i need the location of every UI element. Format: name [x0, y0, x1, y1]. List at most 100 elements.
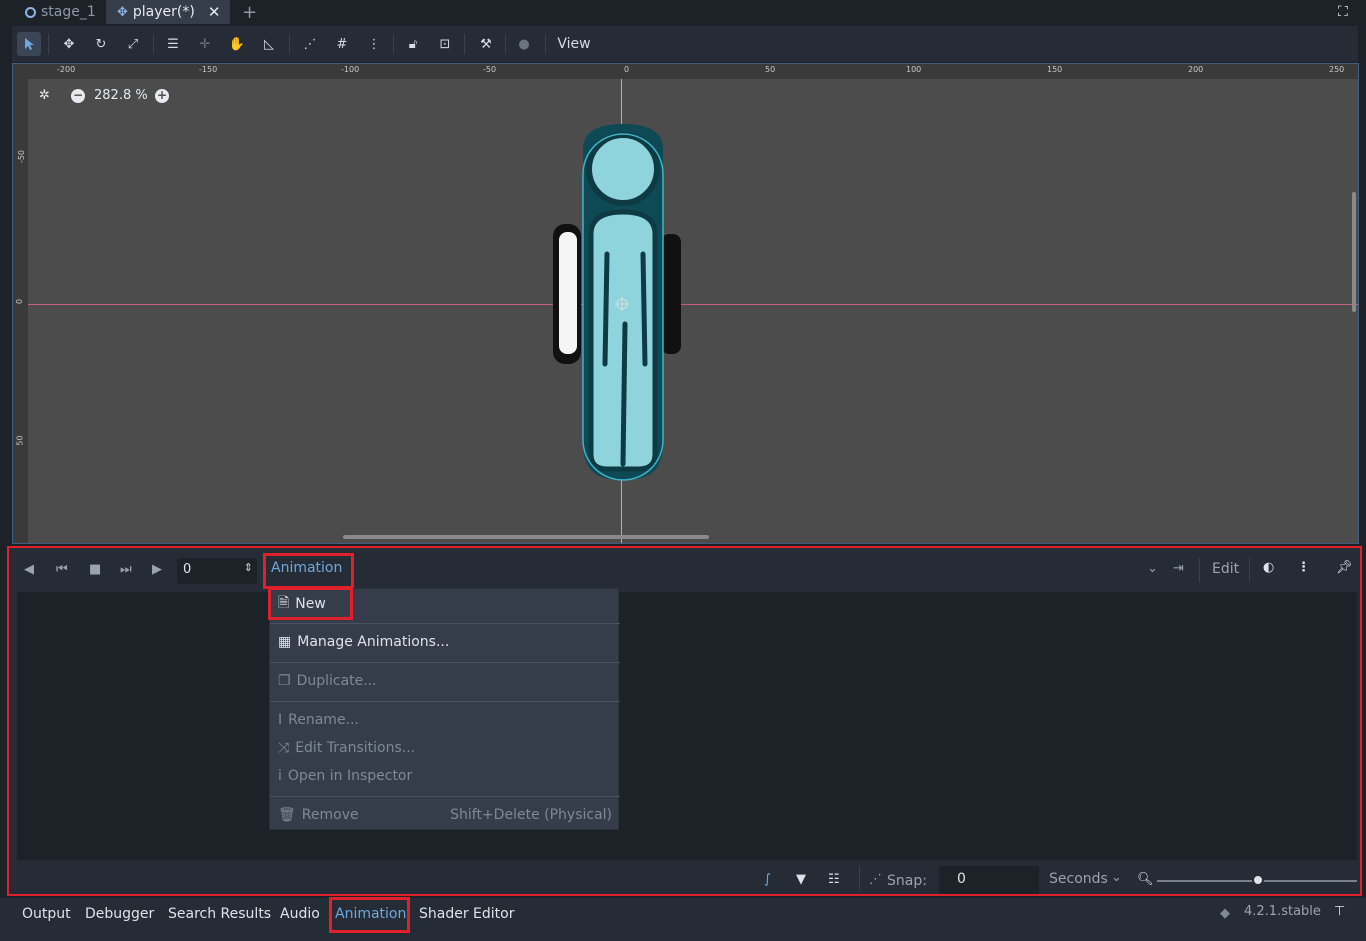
ruler-label: 100 [906, 65, 922, 74]
player-sprite[interactable] [543, 124, 703, 484]
canvas-toolbar: ✥ ↻ ⤢ ☰ ✛ ✋ ◺ ⋰ # ⋮ 🔓︎ ⊡ ⚒ ● View [12, 26, 1358, 62]
snap-unit-select[interactable]: Seconds ⌄ [1041, 866, 1129, 894]
horizontal-scrollbar[interactable] [343, 535, 709, 539]
edit-menu-button[interactable]: Edit [1212, 561, 1239, 577]
menu-item-label: Open in Inspector [287, 768, 413, 784]
zoom-slider-handle[interactable] [1252, 874, 1264, 886]
tab-debugger[interactable]: Debugger [85, 906, 154, 922]
ruler-label: 150 [1047, 65, 1063, 74]
menu-item-label: Remove [301, 807, 359, 823]
move-mode-icon[interactable]: ✥ [57, 32, 81, 56]
expand-panel-icon[interactable]: ⊤ [1334, 904, 1345, 919]
inspector-icon: ⅰ [278, 768, 282, 784]
tab-output[interactable]: Output [22, 906, 71, 922]
bezier-icon[interactable]: ∫ [764, 872, 771, 887]
menu-item-rename: I Rename... [270, 707, 620, 733]
ruler-label: -150 [199, 65, 218, 74]
tab-player[interactable]: ✥ player(*) ✕ [117, 0, 220, 24]
zoom-out-icon[interactable]: − [71, 89, 85, 103]
scale-mode-icon[interactable]: ⤢ [121, 32, 145, 56]
animation-panel: ◀ ⏮ ■ ⏭ ▶ 0 ⇕ Animation ⌄ ⇥ Edit ◐ ⋮ 📌︎ … [7, 546, 1362, 896]
menu-item-manage-animations[interactable]: ▦ Manage Animations... [270, 629, 620, 655]
close-icon[interactable]: ✕ [208, 3, 221, 21]
tab-search-results[interactable]: Search Results [168, 906, 271, 922]
highlight-box [268, 587, 353, 620]
view-menu[interactable]: View [554, 32, 594, 56]
snap-input[interactable]: 0 [939, 866, 1039, 894]
filter-icon[interactable]: ▼ [796, 872, 806, 887]
ruler-label: 200 [1188, 65, 1204, 74]
more-options-icon[interactable]: ⋮ [1297, 560, 1310, 575]
lock-icon[interactable]: 🔓︎ [401, 32, 425, 56]
ruler-icon[interactable]: ◺ [257, 32, 281, 56]
stop-icon[interactable]: ■ [89, 562, 101, 577]
zoom-level[interactable]: 282.8 % [94, 88, 148, 103]
ruler-label: 0 [15, 298, 25, 305]
select-mode-icon[interactable] [17, 32, 41, 56]
bone-icon[interactable]: ⚒ [474, 32, 498, 56]
track-area[interactable] [17, 592, 1357, 860]
duplicate-icon: ❐ [278, 673, 291, 689]
ruler-label: 250 [1329, 65, 1345, 74]
canvas-viewport[interactable]: -200 -150 -100 -50 0 50 100 150 200 250 … [12, 63, 1359, 544]
tab-label: stage_1 [41, 4, 96, 20]
play-backwards-from-end-icon[interactable]: ⏮ [56, 562, 68, 577]
rotate-mode-icon[interactable]: ↻ [89, 32, 113, 56]
ruler-label: -50 [483, 65, 497, 74]
camera-override-icon[interactable]: ● [512, 32, 536, 56]
snap-icon[interactable]: ⋰ [869, 872, 882, 887]
character-icon: ✥ [117, 4, 128, 20]
animation-select-chevron-icon[interactable]: ⌄ [1147, 561, 1158, 576]
snap-value: 0 [957, 871, 966, 887]
tab-audio[interactable]: Audio [280, 906, 320, 922]
pan-icon[interactable]: ✋ [225, 32, 249, 56]
menu-item-duplicate: ❐ Duplicate... [270, 668, 620, 694]
add-tab-icon[interactable]: + [242, 0, 257, 24]
time-spinbox[interactable]: 0 ⇕ [177, 558, 257, 584]
onion-skin-icon[interactable]: ◐ [1263, 560, 1274, 575]
grid-snap-icon[interactable]: # [330, 32, 354, 56]
tab-stage-1[interactable]: stage_1 [25, 0, 96, 24]
pivot-icon[interactable]: ✛ [193, 32, 217, 56]
fullscreen-icon[interactable]: ⛶ [1338, 0, 1348, 24]
menu-item-label: Rename... [288, 712, 359, 728]
bottom-panel-tabs: Output Debugger Search Results Audio Ani… [0, 897, 1366, 941]
more-options-icon[interactable]: ⋮ [362, 32, 386, 56]
vertical-scrollbar[interactable] [1352, 192, 1356, 312]
zoom-in-icon[interactable]: + [155, 89, 169, 103]
autoplay-icon[interactable]: ⇥ [1173, 561, 1184, 576]
play-backwards-icon[interactable]: ◀ [24, 562, 34, 577]
menu-item-remove: 🗑︎ Remove Shift+Delete (Physical) [270, 802, 620, 828]
menu-item-shortcut: Shift+Delete (Physical) [450, 807, 612, 823]
animation-dropdown-menu: 🗎︎ New ▦ Manage Animations... ❐ Duplicat… [269, 588, 620, 830]
menu-item-label: Duplicate... [296, 673, 377, 689]
zoom-icon: 🔍︎ [1137, 872, 1154, 887]
ruler-label: 50 [15, 435, 25, 446]
tab-label: player(*) [132, 4, 195, 20]
update-spinner-icon: ◆ [1220, 906, 1230, 921]
menu-item-edit-transitions: ⤨ Edit Transitions... [270, 735, 620, 761]
center-view-icon[interactable]: ✲ [39, 88, 50, 103]
transitions-icon: ⤨ [278, 740, 290, 756]
menu-item-label: Edit Transitions... [295, 740, 416, 756]
play-from-start-icon[interactable]: ⏭ [120, 562, 132, 577]
tab-shader-editor[interactable]: Shader Editor [419, 906, 514, 922]
spinner-arrows-icon[interactable]: ⇕ [244, 561, 253, 574]
horizontal-ruler: -200 -150 -100 -50 0 50 100 150 200 250 [13, 64, 1358, 79]
node2d-icon [25, 6, 36, 18]
menu-item-label: Manage Animations... [297, 634, 450, 650]
group-icon[interactable]: ⊡ [433, 32, 457, 56]
list-select-icon[interactable]: ☰ [161, 32, 185, 56]
play-icon[interactable]: ▶ [152, 562, 162, 577]
ruler-label: 50 [765, 65, 776, 74]
ruler-label: -100 [341, 65, 360, 74]
smart-snap-icon[interactable]: ⋰ [298, 32, 322, 56]
version-label: 4.2.1.stable [1244, 904, 1321, 919]
track-list-icon[interactable]: ☷ [828, 872, 840, 887]
highlight-box [329, 897, 410, 933]
chevron-down-icon: ⌄ [1111, 870, 1122, 885]
unit-label: Seconds [1049, 871, 1108, 887]
pin-icon[interactable]: 📌︎ [1336, 560, 1353, 575]
rename-icon: I [278, 712, 283, 728]
vertical-ruler: -50 0 50 [13, 64, 28, 543]
